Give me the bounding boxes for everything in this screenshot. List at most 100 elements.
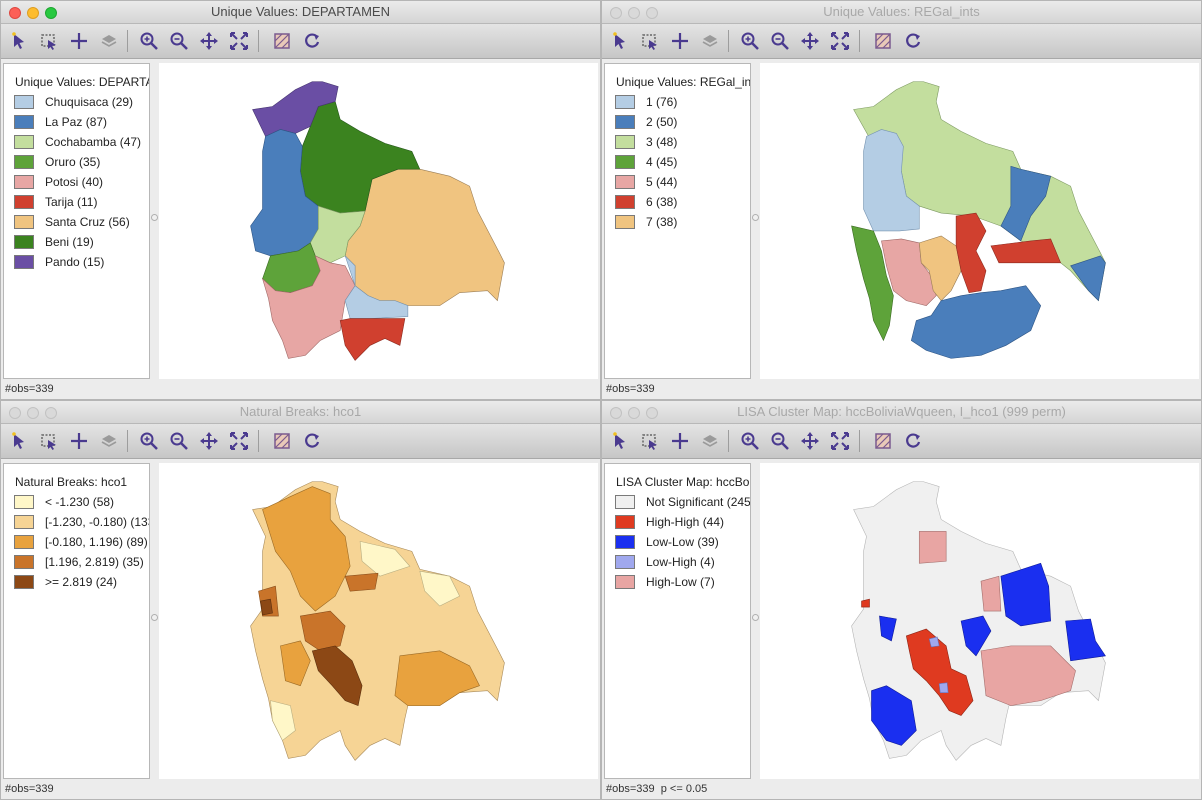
crosshair-tool-button[interactable] (668, 29, 692, 53)
refresh-tool-button[interactable] (901, 429, 925, 453)
status-bar: #obs=339 p <= 0.05 (606, 783, 708, 795)
zoom-in-tool-button[interactable] (738, 29, 762, 53)
legend-swatch (14, 495, 34, 509)
map-legend[interactable]: Unique Values: REGal_ints 1 (76) 2 (50) … (604, 63, 751, 379)
bolivia-map[interactable] (760, 463, 1199, 779)
splitter-handle[interactable] (151, 214, 158, 221)
legend-label: Pando (15) (45, 255, 105, 269)
map-settings-tool-button[interactable] (871, 429, 895, 453)
refresh-tool-button[interactable] (300, 29, 324, 53)
legend-swatch (14, 555, 34, 569)
layers-tool-button[interactable] (698, 29, 722, 53)
full-extent-icon (230, 32, 248, 50)
refresh-tool-button[interactable] (901, 29, 925, 53)
zoom-out-tool-button[interactable] (167, 29, 191, 53)
full-extent-tool-button[interactable] (828, 429, 852, 453)
select-area-tool-button[interactable] (37, 429, 61, 453)
refresh-icon (305, 433, 320, 448)
select-area-tool-button[interactable] (638, 29, 662, 53)
full-extent-tool-button[interactable] (828, 29, 852, 53)
map-canvas[interactable] (760, 463, 1199, 779)
select-icon (613, 32, 625, 49)
legend-label: High-Low (7) (646, 575, 715, 589)
map-legend[interactable]: Natural Breaks: hco1 < -1.230 (58) [-1.2… (3, 463, 150, 779)
crosshair-icon (71, 433, 87, 449)
splitter-handle[interactable] (151, 614, 158, 621)
crosshair-icon (71, 33, 87, 49)
legend-swatch (615, 575, 635, 589)
select-area-icon (642, 34, 657, 50)
zoom-in-icon (140, 32, 158, 50)
pan-icon (200, 32, 218, 50)
legend-swatch (615, 495, 635, 509)
select-tool-button[interactable] (608, 29, 632, 53)
zoom-in-tool-button[interactable] (137, 29, 161, 53)
crosshair-tool-button[interactable] (67, 29, 91, 53)
full-extent-tool-button[interactable] (227, 29, 251, 53)
legend-label: 7 (38) (646, 215, 678, 229)
legend-label: Low-High (4) (646, 555, 715, 569)
title-bar[interactable]: Natural Breaks: hco1 (1, 401, 600, 424)
bolivia-map[interactable] (760, 63, 1199, 379)
legend-label: 1 (76) (646, 95, 678, 109)
select-tool-button[interactable] (7, 29, 31, 53)
splitter-handle[interactable] (752, 614, 759, 621)
title-bar[interactable]: Unique Values: REGal_ints (602, 1, 1201, 24)
map-toolbar (1, 24, 600, 59)
crosshair-tool-button[interactable] (668, 429, 692, 453)
layers-tool-button[interactable] (97, 429, 121, 453)
status-bar: #obs=339 (5, 783, 54, 795)
select-icon (613, 432, 625, 449)
legend-label: High-High (44) (646, 515, 725, 529)
zoom-out-tool-button[interactable] (768, 429, 792, 453)
zoom-out-tool-button[interactable] (768, 29, 792, 53)
zoom-in-icon (140, 432, 158, 450)
select-tool-button[interactable] (608, 429, 632, 453)
legend-swatch (615, 135, 635, 149)
map-canvas[interactable] (159, 463, 598, 779)
select-tool-button[interactable] (7, 429, 31, 453)
legend-swatch (14, 535, 34, 549)
zoom-in-tool-button[interactable] (738, 429, 762, 453)
map-settings-tool-button[interactable] (270, 29, 294, 53)
zoom-out-tool-button[interactable] (167, 429, 191, 453)
map-settings-tool-button[interactable] (270, 429, 294, 453)
map-canvas[interactable] (760, 63, 1199, 379)
map-toolbar (1, 424, 600, 459)
map-settings-icon (274, 433, 290, 449)
legend-swatch (14, 235, 34, 249)
select-area-tool-button[interactable] (37, 29, 61, 53)
pan-tool-button[interactable] (197, 429, 221, 453)
crosshair-tool-button[interactable] (67, 429, 91, 453)
legend-label: Tarija (11) (45, 195, 98, 209)
legend-swatch (14, 575, 34, 589)
map-settings-tool-button[interactable] (871, 29, 895, 53)
legend-label: Chuquisaca (29) (45, 95, 134, 109)
pan-tool-button[interactable] (798, 29, 822, 53)
title-bar[interactable]: LISA Cluster Map: hccBoliviaWqueen, I_hc… (602, 401, 1201, 424)
legend-title: Unique Values: REGal_ints (616, 75, 751, 89)
status-bar: #obs=339 (606, 383, 655, 395)
map-toolbar (602, 424, 1201, 459)
layers-tool-button[interactable] (97, 29, 121, 53)
bolivia-map[interactable] (159, 463, 598, 779)
legend-swatch (615, 515, 635, 529)
bolivia-map[interactable] (159, 63, 598, 379)
zoom-in-tool-button[interactable] (137, 429, 161, 453)
refresh-tool-button[interactable] (300, 429, 324, 453)
splitter-handle[interactable] (752, 214, 759, 221)
window-unique-values-departamen: Unique Values: DEPARTAMEN Unique Values:… (0, 0, 601, 400)
layers-tool-button[interactable] (698, 429, 722, 453)
legend-label: [-1.230, -0.180) (133) (45, 515, 150, 529)
title-bar[interactable]: Unique Values: DEPARTAMEN (1, 1, 600, 24)
map-legend[interactable]: Unique Values: DEPARTAMEN Chuquisaca (29… (3, 63, 150, 379)
map-region-tarija[interactable] (339, 318, 406, 361)
pan-tool-button[interactable] (197, 29, 221, 53)
legend-swatch (615, 555, 635, 569)
layers-icon (702, 35, 718, 47)
map-legend[interactable]: LISA Cluster Map: hccBoliviaWqueen, I_hc… (604, 463, 751, 779)
full-extent-tool-button[interactable] (227, 429, 251, 453)
map-canvas[interactable] (159, 63, 598, 379)
pan-tool-button[interactable] (798, 429, 822, 453)
select-area-tool-button[interactable] (638, 429, 662, 453)
